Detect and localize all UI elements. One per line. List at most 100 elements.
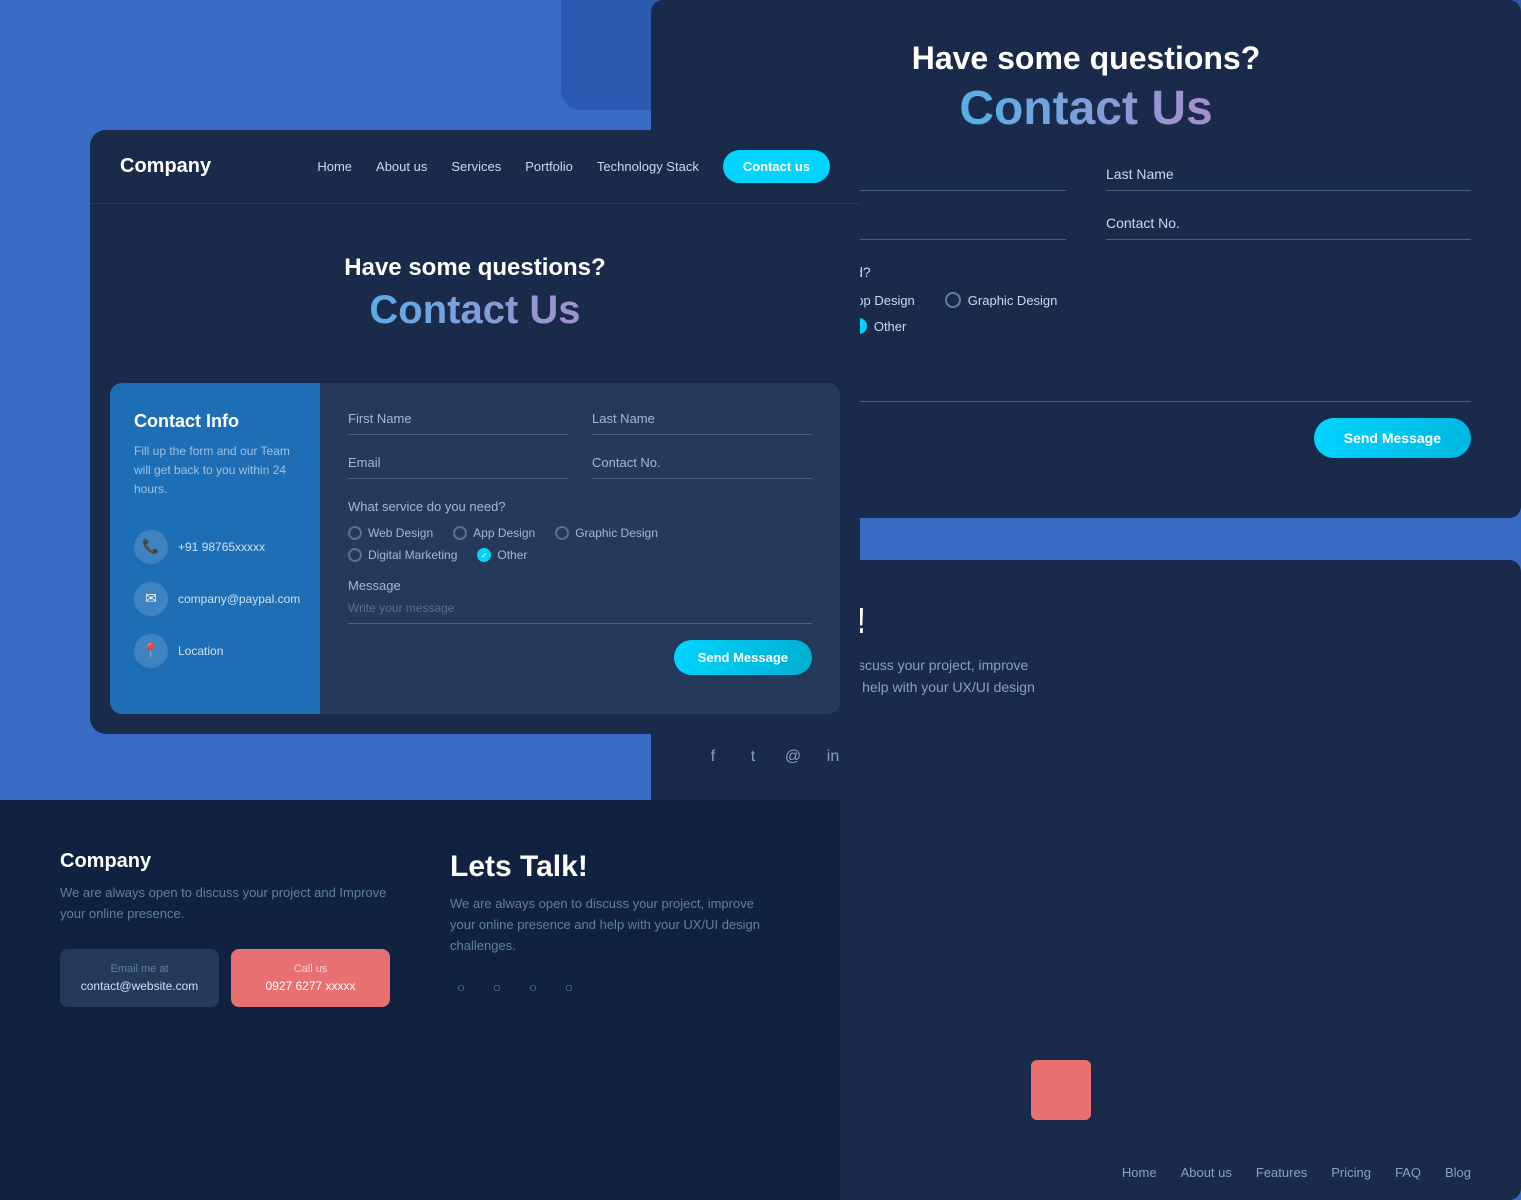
r-circle-webdesign xyxy=(348,526,362,540)
footer-lets-talk: Lets Talk! We are always open to discuss… xyxy=(450,850,780,1007)
nav-services[interactable]: Services xyxy=(451,159,501,174)
radio-graphicdesign-label: Graphic Design xyxy=(575,526,658,540)
back-radio-other-label: Other xyxy=(874,319,907,334)
pink-square-decoration xyxy=(1031,1060,1091,1120)
hero-subtitle: Have some questions? xyxy=(120,254,830,282)
service-section: What service do you need? Web Design App… xyxy=(348,499,812,562)
radio-graphicdesign[interactable]: Graphic Design xyxy=(555,526,658,540)
radio-appdesign-label: App Design xyxy=(473,526,535,540)
footer-call-label: Call us xyxy=(247,963,374,975)
send-row: Send Message xyxy=(348,640,812,675)
back-footer-home[interactable]: Home xyxy=(1122,1165,1157,1180)
phone-detail: 📞 +91 98765xxxxx xyxy=(134,530,296,564)
service-radio-row-2: Digital Marketing Other xyxy=(348,548,812,562)
info-description: Fill up the form and our Team will get b… xyxy=(134,442,296,500)
footer-instagram-icon[interactable]: ○ xyxy=(522,976,544,998)
back-hero-subtitle: Have some questions? xyxy=(701,40,1471,77)
back-radio-graphicdesign[interactable]: Graphic Design xyxy=(945,292,1058,308)
footer-brand-name: Company xyxy=(60,850,390,873)
contact-row: Email Contact No. xyxy=(348,455,812,479)
r-circle-appdesign xyxy=(453,526,467,540)
service-radio-row-1: Web Design App Design Graphic Design xyxy=(348,526,812,540)
nav-techstack[interactable]: Technology Stack xyxy=(597,159,699,174)
radio-webdesign[interactable]: Web Design xyxy=(348,526,433,540)
footer-call-value: 0927 6277 xxxxx xyxy=(247,979,374,993)
firstname-label: First Name xyxy=(348,411,568,426)
contactno-underline xyxy=(592,478,812,479)
footer-section: Company We are always open to discuss yo… xyxy=(0,800,840,1200)
back-footer-faq[interactable]: FAQ xyxy=(1395,1165,1421,1180)
footer-facebook-icon[interactable]: ○ xyxy=(450,976,472,998)
back-footer-features[interactable]: Features xyxy=(1256,1165,1307,1180)
back-send-button[interactable]: Send Message xyxy=(1314,418,1471,458)
message-section: Message Write your message xyxy=(348,578,812,624)
twitter-icon[interactable]: t xyxy=(741,745,765,769)
nav-home[interactable]: Home xyxy=(317,159,352,174)
send-message-button[interactable]: Send Message xyxy=(674,640,812,675)
firstname-underline xyxy=(348,434,568,435)
lastname-group: Last Name xyxy=(592,411,812,435)
info-panel: Contact Info Fill up the form and our Te… xyxy=(110,383,320,714)
service-question: What service do you need? xyxy=(348,499,812,514)
facebook-icon[interactable]: f xyxy=(701,745,725,769)
footer-grid: Company We are always open to discuss yo… xyxy=(60,850,780,1007)
linkedin-icon[interactable]: in xyxy=(821,745,845,769)
back-lastname-line xyxy=(1106,190,1471,191)
r-circle-graphicdesign xyxy=(555,526,569,540)
nav-about[interactable]: About us xyxy=(376,159,427,174)
email-text: company@paypal.com xyxy=(178,592,300,606)
email-underline xyxy=(348,478,568,479)
info-title: Contact Info xyxy=(134,411,296,432)
back-radio-graphicdesign-label: Graphic Design xyxy=(968,293,1058,308)
r-circle-other xyxy=(477,548,491,562)
radio-other[interactable]: Other xyxy=(477,548,527,562)
back-footer-about[interactable]: About us xyxy=(1181,1165,1232,1180)
back-contactno-group: Contact No. xyxy=(1106,215,1471,240)
footer-linkedin-icon[interactable]: ○ xyxy=(558,976,580,998)
footer-talk-title: Lets Talk! xyxy=(450,850,780,884)
navbar-links: Home About us Services Portfolio Technol… xyxy=(317,158,698,176)
footer-twitter-icon[interactable]: ○ xyxy=(486,976,508,998)
phone-text: +91 98765xxxxx xyxy=(178,540,265,554)
nav-portfolio[interactable]: Portfolio xyxy=(525,159,573,174)
navbar-contact-button[interactable]: Contact us xyxy=(723,150,830,183)
firstname-group: First Name xyxy=(348,411,568,435)
back-footer-blog[interactable]: Blog xyxy=(1445,1165,1471,1180)
back-lastname-label: Last Name xyxy=(1106,166,1471,182)
contactno-label: Contact No. xyxy=(592,455,812,470)
email-label: Email xyxy=(348,455,568,470)
radio-other-label: Other xyxy=(497,548,527,562)
radio-webdesign-label: Web Design xyxy=(368,526,433,540)
instagram-icon[interactable]: @ xyxy=(781,745,805,769)
hero-section: Have some questions? Contact Us xyxy=(90,204,860,383)
location-icon: 📍 xyxy=(134,634,168,668)
footer-call-btn[interactable]: Call us 0927 6277 xxxxx xyxy=(231,949,390,1007)
back-hero-title: Contact Us xyxy=(701,81,1471,136)
radio-digitalmarketing[interactable]: Digital Marketing xyxy=(348,548,457,562)
email-group: Email xyxy=(348,455,568,479)
navbar-logo: Company xyxy=(120,155,211,178)
lets-talk-back-social: f t @ in xyxy=(701,745,1471,769)
footer-email-value: contact@website.com xyxy=(76,979,203,993)
message-label: Message xyxy=(348,578,812,593)
footer-email-label: Email me at xyxy=(76,963,203,975)
lastname-underline xyxy=(592,434,812,435)
hero-title: Contact Us xyxy=(120,288,830,333)
footer-social-icons: ○ ○ ○ ○ xyxy=(450,976,780,998)
contact-area: Contact Info Fill up the form and our Te… xyxy=(110,383,840,714)
name-row: First Name Last Name xyxy=(348,411,812,435)
footer-email-btn[interactable]: Email me at contact@website.com xyxy=(60,949,219,1007)
back-footer-nav: Home About us Features Pricing FAQ Blog xyxy=(1122,1165,1471,1180)
location-text: Location xyxy=(178,644,223,658)
navbar: Company Home About us Services Portfolio… xyxy=(90,130,860,204)
footer-brand-desc: We are always open to discuss your proje… xyxy=(60,883,390,925)
email-detail: ✉ company@paypal.com xyxy=(134,582,296,616)
radio-appdesign[interactable]: App Design xyxy=(453,526,535,540)
contactno-group: Contact No. xyxy=(592,455,812,479)
back-footer-pricing[interactable]: Pricing xyxy=(1331,1165,1371,1180)
message-input-placeholder[interactable]: Write your message xyxy=(348,601,812,624)
back-contactno-line xyxy=(1106,239,1471,240)
lastname-label: Last Name xyxy=(592,411,812,426)
back-contactno-label: Contact No. xyxy=(1106,215,1471,231)
form-panel: First Name Last Name Email Cont xyxy=(320,383,840,714)
